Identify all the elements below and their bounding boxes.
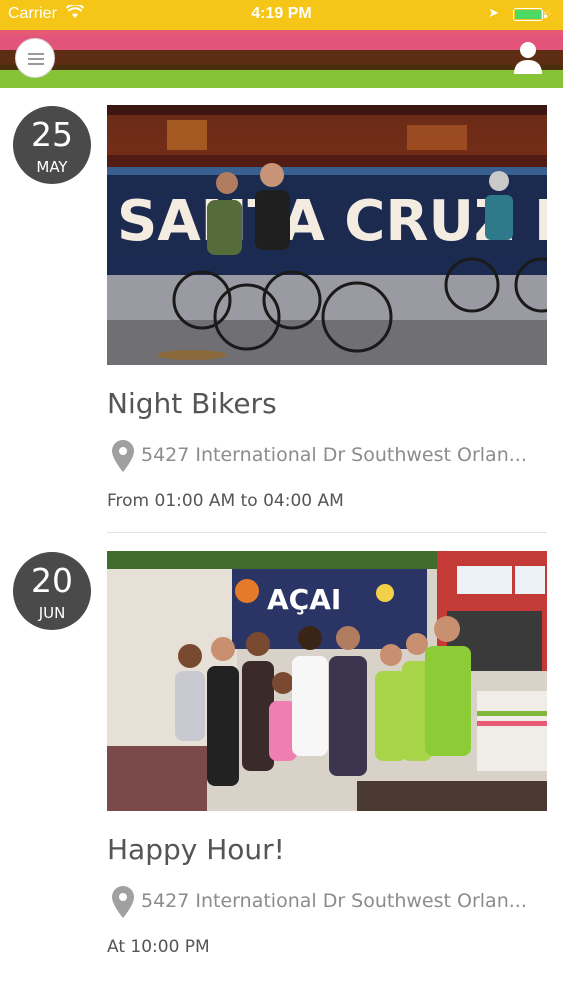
header-stripe (0, 50, 563, 65)
clock-time: 4:19 PM (251, 5, 312, 22)
header-stripe (0, 70, 563, 88)
event-month: MAY (36, 158, 68, 176)
event-address: 5427 International Dr Southwest Orlan... (141, 890, 527, 912)
date-badge: 20 JUN (13, 552, 91, 630)
date-badge: 25 MAY (13, 106, 91, 184)
image-sign-text: SANTA CRUZ BEACH (117, 189, 547, 254)
event-day: 25 (31, 115, 73, 154)
event-location[interactable]: 5427 International Dr Southwest Orlan... (112, 886, 552, 918)
app-header (0, 30, 563, 88)
status-bar: Carrier 4:19 PM ➤ ⚡ (0, 0, 563, 30)
event-title[interactable]: Night Bikers (107, 387, 277, 420)
event-time: At 10:00 PM (107, 937, 210, 957)
battery-icon (513, 8, 543, 21)
event-image[interactable]: AÇAI (107, 551, 547, 811)
location-pin-icon (112, 440, 134, 472)
hamburger-menu-icon[interactable] (15, 38, 55, 78)
header-stripe (0, 35, 563, 50)
event-address: 5427 International Dr Southwest Orlan... (141, 444, 527, 466)
divider (107, 532, 547, 533)
event-time: From 01:00 AM to 04:00 AM (107, 491, 344, 511)
event-title[interactable]: Happy Hour! (107, 833, 285, 866)
charging-bolt-icon: ⚡ (540, 5, 558, 21)
image-sign-text: AÇAI (267, 583, 341, 616)
user-profile-icon[interactable] (512, 40, 544, 74)
location-arrow-icon: ➤ (488, 5, 499, 20)
event-location[interactable]: 5427 International Dr Southwest Orlan... (112, 440, 552, 472)
location-pin-icon (112, 886, 134, 918)
event-month: JUN (38, 604, 66, 622)
event-day: 20 (31, 561, 73, 600)
event-image[interactable]: SANTA CRUZ BEACH (107, 105, 547, 365)
